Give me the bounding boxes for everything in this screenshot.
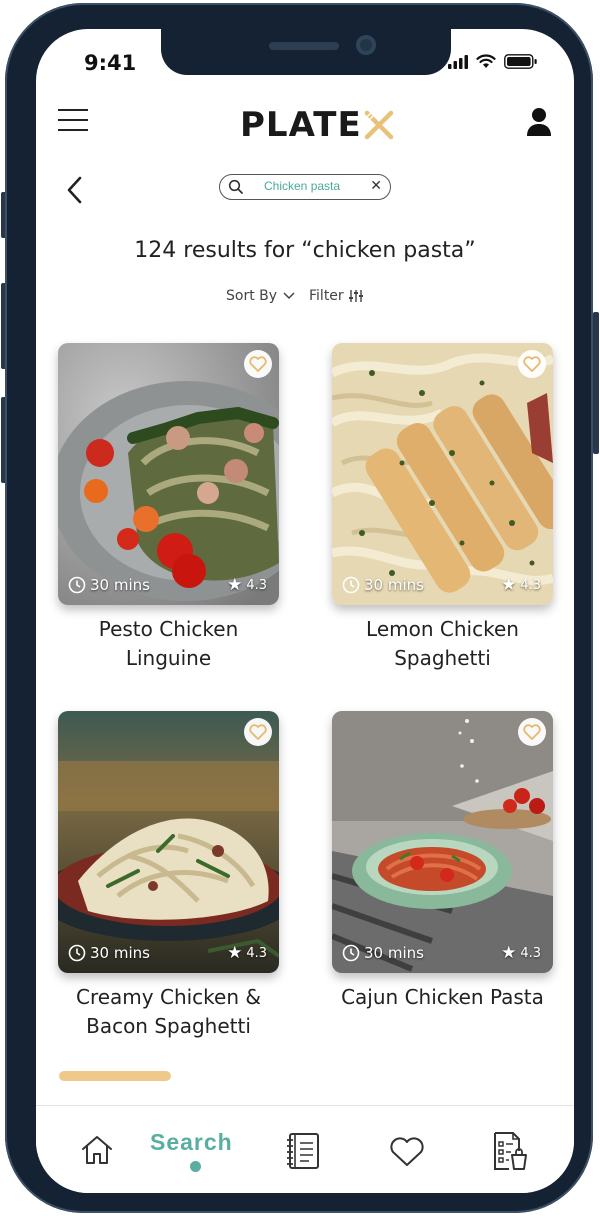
profile-button[interactable] bbox=[526, 107, 552, 137]
recipe-photo: 30 mins ★ 4.3 bbox=[58, 711, 279, 973]
recipe-title-line: Linguine bbox=[125, 646, 212, 670]
cook-time: 30 mins bbox=[364, 576, 424, 594]
chevron-left-icon bbox=[67, 176, 82, 204]
search-icon bbox=[228, 179, 243, 194]
recipe-title: Creamy Chicken & Bacon Spaghetti bbox=[58, 983, 279, 1041]
creamy-chicken-bacon-spaghetti-photo bbox=[58, 711, 279, 973]
recipe-title: Lemon Chicken Spaghetti bbox=[332, 615, 553, 673]
recipe-meta: 30 mins ★ 4.3 bbox=[342, 575, 541, 595]
tab-search-label: Search bbox=[150, 1129, 233, 1155]
cellular-signal-icon bbox=[448, 55, 468, 69]
search-input[interactable]: Chicken pasta ✕ bbox=[219, 174, 391, 200]
tab-shopping-list[interactable] bbox=[491, 1131, 529, 1175]
recipe-title-line: Cajun Chicken Pasta bbox=[341, 985, 544, 1009]
recipe-title: Pesto Chicken Linguine bbox=[58, 615, 279, 673]
lemon-chicken-spaghetti-photo bbox=[332, 343, 553, 605]
screen: 9:41 PLATE Chicken pasta ✕ 124 results f… bbox=[36, 29, 574, 1193]
sort-by-button[interactable]: Sort By bbox=[226, 288, 296, 304]
tab-home[interactable] bbox=[80, 1134, 114, 1170]
front-camera bbox=[356, 35, 376, 55]
recipe-card[interactable]: 30 mins ★ 4.3 Pesto Chicken Linguine bbox=[58, 343, 279, 673]
clock-icon bbox=[342, 576, 360, 594]
star-icon: ★ bbox=[501, 943, 517, 963]
scroll-indicator[interactable] bbox=[59, 1071, 171, 1081]
rating: 4.3 bbox=[246, 577, 267, 593]
user-icon bbox=[527, 108, 551, 136]
favorite-button[interactable] bbox=[518, 718, 546, 746]
clock-icon bbox=[68, 944, 86, 962]
home-icon bbox=[82, 1136, 112, 1164]
tab-recipe-book[interactable] bbox=[285, 1132, 321, 1174]
recipe-meta: 30 mins ★ 4.3 bbox=[68, 943, 267, 963]
recipe-meta: 30 mins ★ 4.3 bbox=[342, 943, 541, 963]
favorite-button[interactable] bbox=[244, 718, 272, 746]
recipe-meta: 30 mins ★ 4.3 bbox=[68, 575, 267, 595]
recipe-photo: 30 mins ★ 4.3 bbox=[332, 711, 553, 973]
cook-time: 30 mins bbox=[90, 576, 150, 594]
recipe-title-line: Creamy Chicken & bbox=[76, 985, 261, 1009]
shopping-list-icon bbox=[494, 1132, 527, 1170]
recipe-title-line: Pesto Chicken bbox=[98, 617, 239, 641]
recipe-card[interactable]: 30 mins ★ 4.3 Cajun Chicken Pasta bbox=[332, 711, 553, 1012]
fork-knife-logo-icon bbox=[364, 110, 393, 140]
clear-search-icon[interactable]: ✕ bbox=[370, 178, 382, 194]
chevron-down-icon bbox=[282, 292, 295, 300]
cook-time: 30 mins bbox=[90, 944, 150, 962]
tab-search[interactable]: Search bbox=[146, 1121, 246, 1183]
speaker bbox=[269, 42, 339, 50]
heart-icon bbox=[390, 1137, 424, 1166]
cajun-chicken-pasta-photo bbox=[332, 711, 553, 973]
tab-favorites[interactable] bbox=[388, 1136, 426, 1172]
recipe-book-icon bbox=[287, 1133, 319, 1169]
clock-icon bbox=[342, 944, 360, 962]
cook-time: 30 mins bbox=[364, 944, 424, 962]
menu-bar bbox=[58, 109, 88, 111]
recipe-title-line: Spaghetti bbox=[394, 646, 491, 670]
back-button[interactable] bbox=[64, 175, 86, 205]
bottom-tab-bar: Search bbox=[36, 1105, 574, 1193]
recipe-photo: 30 mins ★ 4.3 bbox=[58, 343, 279, 605]
recipe-title: Cajun Chicken Pasta bbox=[332, 983, 553, 1012]
power-button bbox=[593, 312, 599, 454]
menu-bar bbox=[58, 129, 88, 131]
active-tab-dot bbox=[190, 1161, 201, 1172]
wifi-icon bbox=[476, 54, 496, 68]
results-heading: 124 results for “chicken pasta” bbox=[134, 238, 476, 263]
filter-sliders-icon bbox=[349, 290, 364, 302]
favorite-button[interactable] bbox=[518, 350, 546, 378]
rating: 4.3 bbox=[520, 577, 541, 593]
rating: 4.3 bbox=[520, 945, 541, 961]
search-query: Chicken pasta bbox=[264, 179, 341, 193]
heart-outline-icon bbox=[249, 724, 267, 740]
heart-outline-icon bbox=[523, 356, 541, 372]
recipe-card[interactable]: 30 mins ★ 4.3 Creamy Chicken & Bacon Spa… bbox=[58, 711, 279, 1041]
rating: 4.3 bbox=[246, 945, 267, 961]
star-icon: ★ bbox=[227, 575, 243, 595]
heart-outline-icon bbox=[523, 724, 541, 740]
filter-button[interactable]: Filter bbox=[309, 288, 364, 304]
notch bbox=[161, 29, 451, 75]
status-time: 9:41 bbox=[84, 51, 137, 75]
recipe-title-line: Bacon Spaghetti bbox=[86, 1014, 251, 1038]
logo-text: PLATE bbox=[240, 105, 362, 145]
clock-icon bbox=[68, 576, 86, 594]
recipe-card[interactable]: 30 mins ★ 4.3 Lemon Chicken Spaghetti bbox=[332, 343, 553, 673]
recipe-title-line: Lemon Chicken bbox=[366, 617, 519, 641]
menu-bar bbox=[58, 119, 88, 121]
battery-icon bbox=[504, 54, 537, 69]
pesto-chicken-linguine-photo bbox=[58, 343, 279, 605]
recipe-photo: 30 mins ★ 4.3 bbox=[332, 343, 553, 605]
phone-frame: 9:41 PLATE Chicken pasta ✕ 124 results f… bbox=[5, 3, 593, 1213]
star-icon: ★ bbox=[501, 575, 517, 595]
app-logo[interactable]: PLATE bbox=[240, 105, 395, 145]
heart-outline-icon bbox=[249, 356, 267, 372]
star-icon: ★ bbox=[227, 943, 243, 963]
menu-button[interactable] bbox=[58, 107, 88, 133]
sort-by-label: Sort By bbox=[226, 288, 278, 304]
filter-label: Filter bbox=[309, 288, 344, 304]
favorite-button[interactable] bbox=[244, 350, 272, 378]
status-icons bbox=[448, 54, 538, 69]
